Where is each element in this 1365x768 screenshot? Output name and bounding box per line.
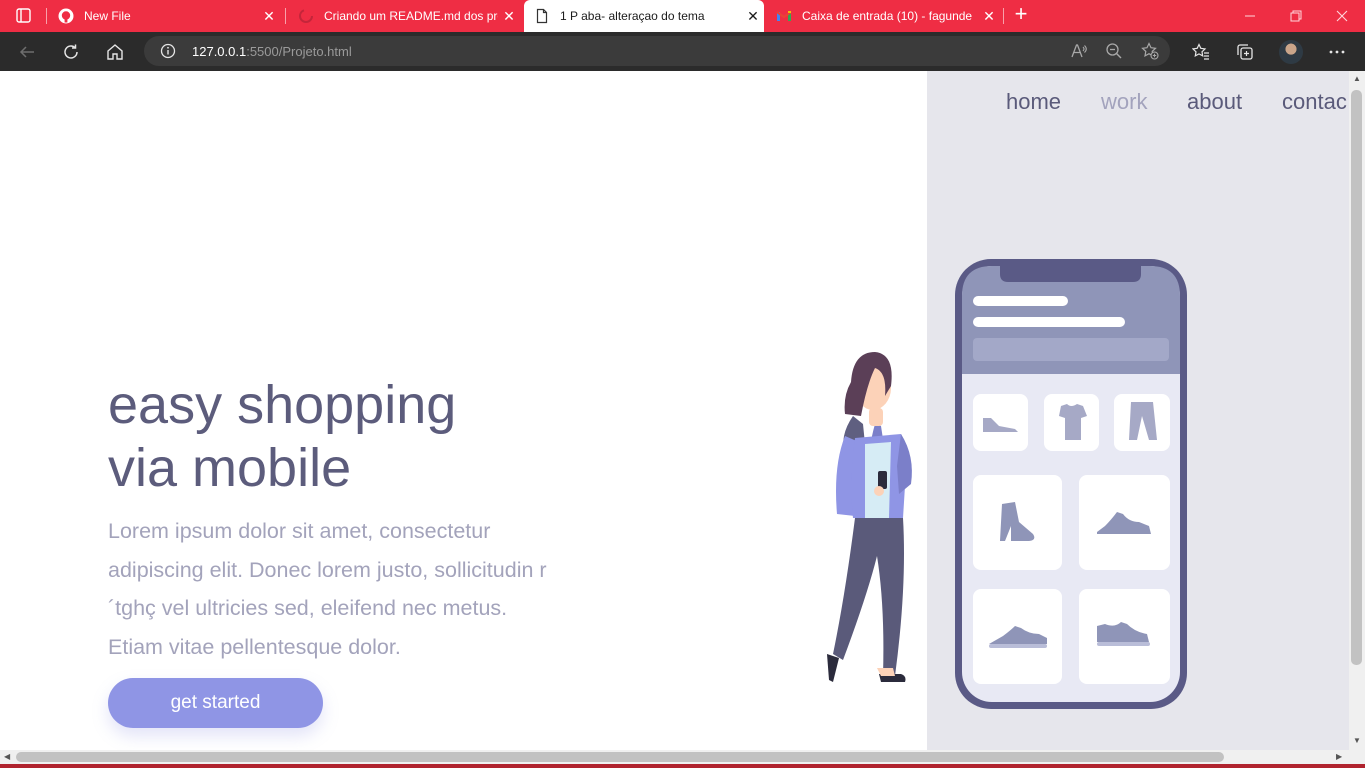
- horizontal-scroll-thumb[interactable]: [16, 752, 1224, 762]
- page-icon: [536, 8, 548, 24]
- tab-separator: [1003, 8, 1004, 24]
- loading-icon: [299, 9, 313, 23]
- profile-avatar[interactable]: [1279, 40, 1303, 64]
- tab-title: Caixa de entrada (10) - fagunde: [802, 9, 973, 23]
- tab-readme[interactable]: Criando um README.md dos pro ✕: [288, 0, 520, 32]
- nav-contact[interactable]: contac: [1282, 89, 1347, 115]
- maximize-button[interactable]: [1273, 0, 1319, 32]
- scroll-right-arrow-icon[interactable]: ▶: [1336, 752, 1342, 761]
- collections-button[interactable]: [1232, 39, 1258, 65]
- close-icon[interactable]: ✕: [498, 8, 520, 25]
- home-icon: [107, 44, 123, 60]
- zoom-button[interactable]: [1105, 42, 1123, 60]
- info-icon[interactable]: [160, 43, 176, 59]
- tab-gmail[interactable]: Caixa de entrada (10) - fagunde ✕: [766, 0, 1000, 32]
- scrollbar-corner: [1349, 750, 1365, 764]
- url-text[interactable]: 127.0.0.1:5500/Projeto.html: [192, 44, 352, 59]
- close-icon[interactable]: ✕: [742, 8, 764, 25]
- read-aloud-button[interactable]: [1070, 42, 1088, 60]
- close-icon: [1336, 10, 1348, 22]
- url-path: :5500/Projeto.html: [246, 44, 352, 59]
- tab-new-file[interactable]: New File ✕: [48, 0, 280, 32]
- site-nav: home work about contac: [0, 89, 1349, 119]
- url-host: 127.0.0.1: [192, 44, 247, 59]
- back-button[interactable]: [14, 39, 40, 65]
- close-icon[interactable]: ✕: [258, 8, 280, 25]
- restore-icon: [1290, 10, 1302, 22]
- back-arrow-icon: [19, 46, 34, 58]
- minimize-button[interactable]: [1227, 0, 1273, 32]
- more-icon: [1329, 50, 1345, 54]
- favorites-icon: [1192, 43, 1209, 60]
- nav-about[interactable]: about: [1187, 89, 1242, 115]
- collections-icon: [1237, 44, 1253, 60]
- refresh-icon: [64, 44, 78, 59]
- get-started-button[interactable]: get started: [108, 678, 323, 728]
- favorites-button[interactable]: [1188, 39, 1214, 65]
- tab-actions-button[interactable]: [8, 6, 38, 26]
- tab-title: New File: [84, 9, 131, 23]
- scroll-left-arrow-icon[interactable]: ◀: [4, 752, 10, 761]
- hero-description: Lorem ipsum dolor sit amet, consectetur …: [108, 519, 547, 659]
- tab-active-page[interactable]: 1 P aba- alteraçao do tema ✕: [524, 0, 764, 32]
- hero-title-line2: via mobile: [108, 438, 352, 498]
- close-icon[interactable]: ✕: [978, 8, 1000, 25]
- woman-figure: [827, 352, 912, 682]
- tab-title: Criando um README.md dos pro: [324, 9, 498, 23]
- gmail-icon: [776, 11, 792, 21]
- home-button[interactable]: [102, 39, 128, 65]
- refresh-button[interactable]: [58, 39, 84, 65]
- zoom-out-icon: [1106, 43, 1122, 59]
- shopping-illustration: [827, 259, 1187, 709]
- add-favorite-button[interactable]: [1141, 42, 1159, 60]
- tab-title: 1 P aba- alteraçao do tema: [560, 9, 705, 23]
- hero-title: easy shopping via mobile: [108, 374, 628, 500]
- new-tab-button[interactable]: +: [1010, 3, 1032, 26]
- web-page: home work about contac easy shopping via…: [0, 71, 1349, 750]
- scroll-up-arrow-icon[interactable]: ▲: [1353, 74, 1361, 83]
- scroll-down-arrow-icon[interactable]: ▼: [1353, 736, 1361, 745]
- hero-title-line1: easy shopping: [108, 375, 457, 435]
- tab-strip: New File ✕ Criando um README.md dos pro …: [0, 0, 1365, 32]
- window-close-button[interactable]: [1319, 0, 1365, 32]
- settings-menu-button[interactable]: [1324, 39, 1350, 65]
- phone-mockup: [955, 259, 1187, 709]
- read-aloud-icon: [1071, 44, 1087, 58]
- tab-separator: [46, 8, 47, 24]
- star-add-icon: [1141, 42, 1159, 60]
- window-bottom-border: [0, 764, 1365, 768]
- tab-separator: [285, 8, 286, 24]
- nav-work[interactable]: work: [1101, 89, 1147, 115]
- tab-actions-icon: [16, 8, 31, 23]
- browser-toolbar: 127.0.0.1:5500/Projeto.html: [0, 32, 1365, 71]
- github-icon: [58, 8, 74, 24]
- minimize-icon: [1245, 15, 1255, 17]
- nav-home[interactable]: home: [1006, 89, 1061, 115]
- address-bar[interactable]: 127.0.0.1:5500/Projeto.html: [144, 36, 1170, 66]
- vertical-scroll-thumb[interactable]: [1351, 90, 1362, 665]
